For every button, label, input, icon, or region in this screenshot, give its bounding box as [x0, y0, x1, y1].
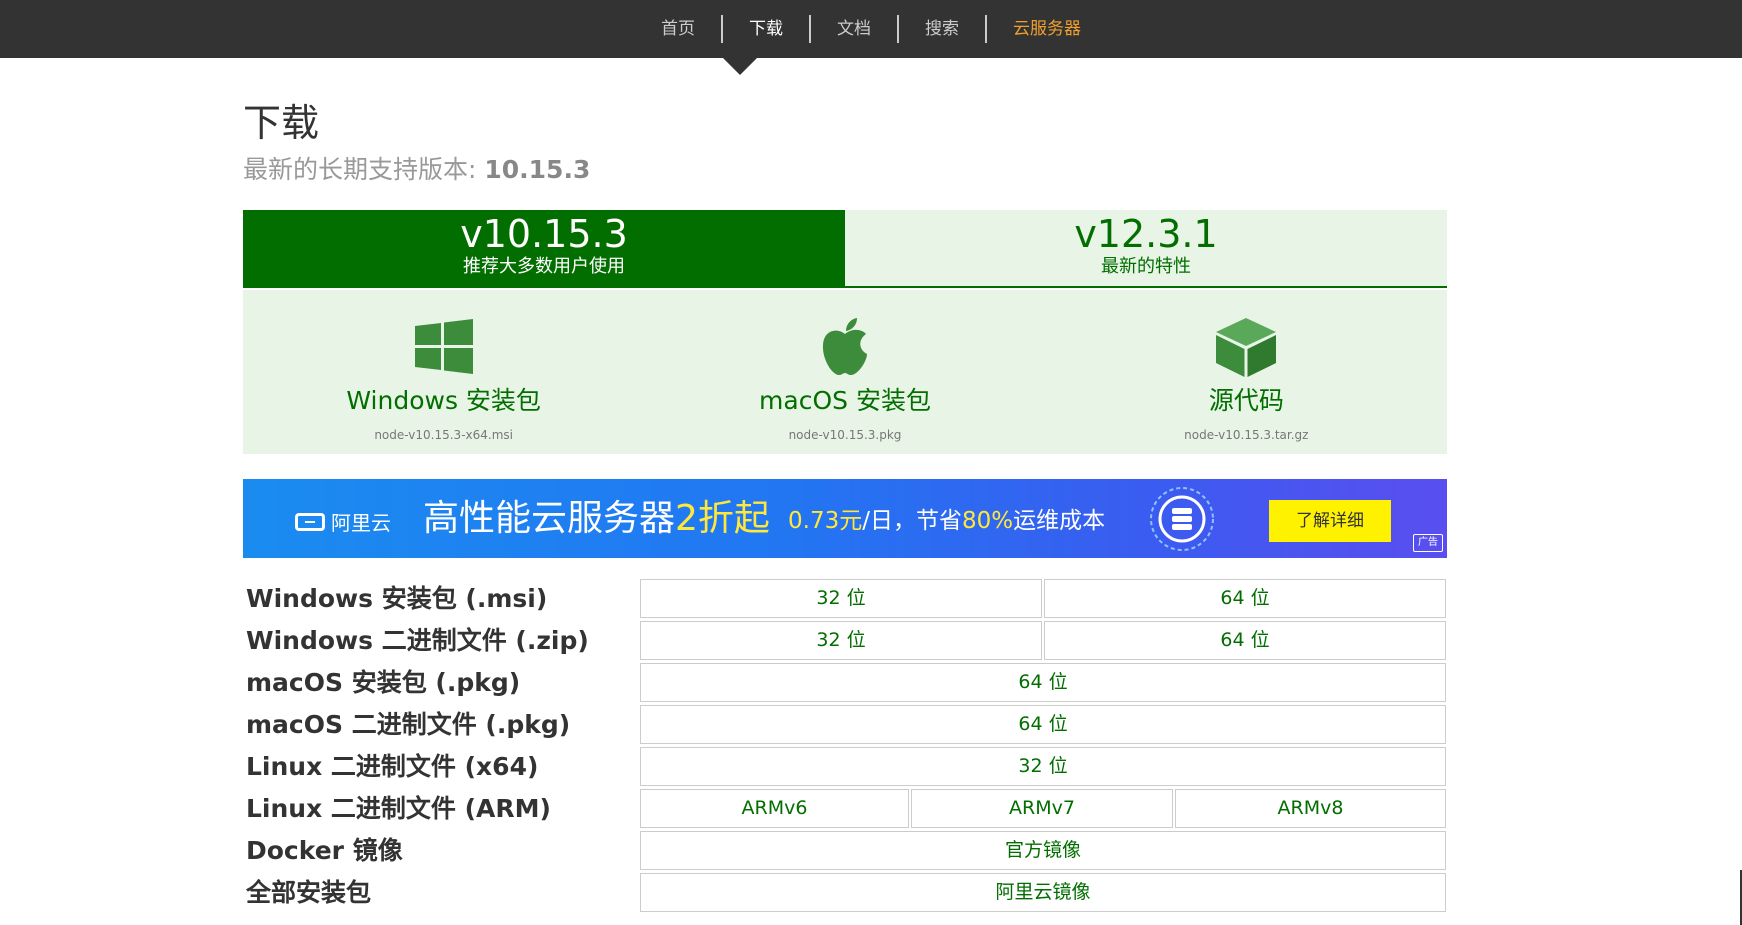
row-label: Windows 安装包 (.msi): [246, 584, 548, 613]
nav-cloud-server[interactable]: 云服务器: [987, 16, 1107, 42]
download-link-armv6[interactable]: ARMv6: [640, 789, 909, 828]
ad-headline-accent: 2折起: [675, 498, 770, 539]
tab-lts[interactable]: v10.15.3 推荐大多数用户使用: [243, 210, 845, 286]
lts-version-line: 最新的长期支持版本: 10.15.3: [243, 150, 590, 186]
ad-tag-badge: 广告: [1413, 534, 1443, 552]
ad-subline: 0.73元/日，节省80%运维成本: [788, 507, 1105, 535]
aliyun-mirror-link[interactable]: 阿里云镜像: [640, 873, 1446, 912]
row-links: 64 位: [640, 705, 1446, 744]
macos-installer-button[interactable]: macOS 安装包 node-v10.15.3.pkg: [644, 290, 1045, 454]
top-navbar: 首页 下载 文档 搜索 云服务器: [0, 0, 1742, 58]
table-row: Docker 镜像 官方镜像: [243, 830, 1447, 872]
source-code-button[interactable]: 源代码 node-v10.15.3.tar.gz: [1046, 290, 1447, 454]
downloads-table: Windows 安装包 (.msi) 32 位 64 位 Windows 二进制…: [243, 578, 1447, 914]
download-link-64bit[interactable]: 64 位: [1044, 579, 1446, 618]
docker-official-image-link[interactable]: 官方镜像: [640, 831, 1446, 870]
windows-installer-filename: node-v10.15.3-x64.msi: [374, 428, 513, 442]
nav-home[interactable]: 首页: [635, 16, 721, 42]
tab-current-version: v12.3.1: [1074, 212, 1218, 256]
tab-current-desc: 最新的特性: [1101, 256, 1191, 277]
lts-label: 最新的长期支持版本:: [243, 155, 485, 184]
ad-learn-more-button[interactable]: 了解详细: [1269, 500, 1391, 542]
download-link-64bit[interactable]: 64 位: [1044, 621, 1446, 660]
table-row: 全部安装包 阿里云镜像: [243, 872, 1447, 914]
nav-search[interactable]: 搜索: [899, 16, 985, 42]
row-links: 官方镜像: [640, 831, 1446, 870]
table-row: Linux 二进制文件 (x64) 32 位: [243, 746, 1447, 788]
server-icon: [1150, 487, 1214, 551]
windows-installer-button[interactable]: Windows 安装包 node-v10.15.3-x64.msi: [243, 290, 644, 454]
tab-lts-version: v10.15.3: [460, 212, 628, 256]
row-links: 32 位 64 位: [640, 621, 1446, 660]
ad-brand-logo: 阿里云: [295, 507, 391, 536]
ad-sub-text-end: 运维成本: [1013, 508, 1106, 534]
source-code-filename: node-v10.15.3.tar.gz: [1184, 428, 1309, 442]
row-label: Docker 镜像: [246, 836, 403, 865]
table-row: macOS 二进制文件 (.pkg) 64 位: [243, 704, 1447, 746]
windows-logo-icon: [414, 319, 473, 374]
source-box-icon: [1216, 318, 1277, 377]
nav-docs[interactable]: 文档: [811, 16, 897, 42]
row-label: Windows 二进制文件 (.zip): [246, 626, 589, 655]
row-label: Linux 二进制文件 (x64): [246, 752, 539, 781]
aliyun-logo-icon: [295, 512, 325, 531]
table-row: Windows 二进制文件 (.zip) 32 位 64 位: [243, 620, 1447, 662]
ad-sub-text: /日，节省: [862, 508, 962, 534]
source-code-label: 源代码: [1208, 386, 1284, 415]
tab-current[interactable]: v12.3.1 最新的特性: [845, 210, 1447, 286]
download-link-armv8[interactable]: ARMv8: [1175, 789, 1446, 828]
row-label: 全部安装包: [246, 878, 372, 907]
row-label: macOS 二进制文件 (.pkg): [246, 710, 571, 739]
row-label: macOS 安装包 (.pkg): [246, 668, 521, 697]
ad-brand-name: 阿里云: [331, 511, 391, 535]
tab-lts-desc: 推荐大多数用户使用: [463, 256, 625, 277]
row-links: 64 位: [640, 663, 1446, 702]
table-row: Linux 二进制文件 (ARM) ARMv6 ARMv7 ARMv8: [243, 788, 1447, 830]
windows-installer-label: Windows 安装包: [346, 386, 541, 415]
version-tabs: v10.15.3 推荐大多数用户使用 v12.3.1 最新的特性: [243, 210, 1447, 288]
download-link-armv7[interactable]: ARMv7: [911, 789, 1173, 828]
download-link-64bit[interactable]: 64 位: [640, 705, 1446, 744]
ad-percent: 80%: [961, 508, 1014, 534]
download-link-32bit[interactable]: 32 位: [640, 579, 1042, 618]
table-row: Windows 安装包 (.msi) 32 位 64 位: [243, 578, 1447, 620]
ad-banner[interactable]: 阿里云 高性能云服务器2折起 0.73元/日，节省80%运维成本 了解详细 广告: [243, 479, 1447, 558]
download-link-32bit[interactable]: 32 位: [640, 747, 1446, 786]
apple-logo-icon: [822, 318, 867, 375]
row-label: Linux 二进制文件 (ARM): [246, 794, 551, 823]
macos-installer-label: macOS 安装包: [759, 386, 931, 415]
download-link-32bit[interactable]: 32 位: [640, 621, 1042, 660]
row-links: 32 位: [640, 747, 1446, 786]
active-nav-caret-icon: [723, 58, 757, 75]
row-links: 32 位 64 位: [640, 579, 1446, 618]
lts-version: 10.15.3: [484, 155, 591, 184]
row-links: 阿里云镜像: [640, 873, 1446, 912]
download-panel: Windows 安装包 node-v10.15.3-x64.msi macOS …: [243, 290, 1447, 454]
ad-price: 0.73元: [788, 508, 863, 534]
ad-headline: 高性能云服务器2折起: [423, 499, 770, 539]
table-row: macOS 安装包 (.pkg) 64 位: [243, 662, 1447, 704]
ad-headline-text: 高性能云服务器: [423, 498, 676, 539]
macos-installer-filename: node-v10.15.3.pkg: [788, 428, 902, 442]
row-links: ARMv6 ARMv7 ARMv8: [640, 789, 1446, 828]
nav-downloads[interactable]: 下载: [723, 16, 809, 42]
nav-menu: 首页 下载 文档 搜索 云服务器: [0, 0, 1742, 58]
page-title: 下载: [243, 101, 320, 145]
download-link-64bit[interactable]: 64 位: [640, 663, 1446, 702]
